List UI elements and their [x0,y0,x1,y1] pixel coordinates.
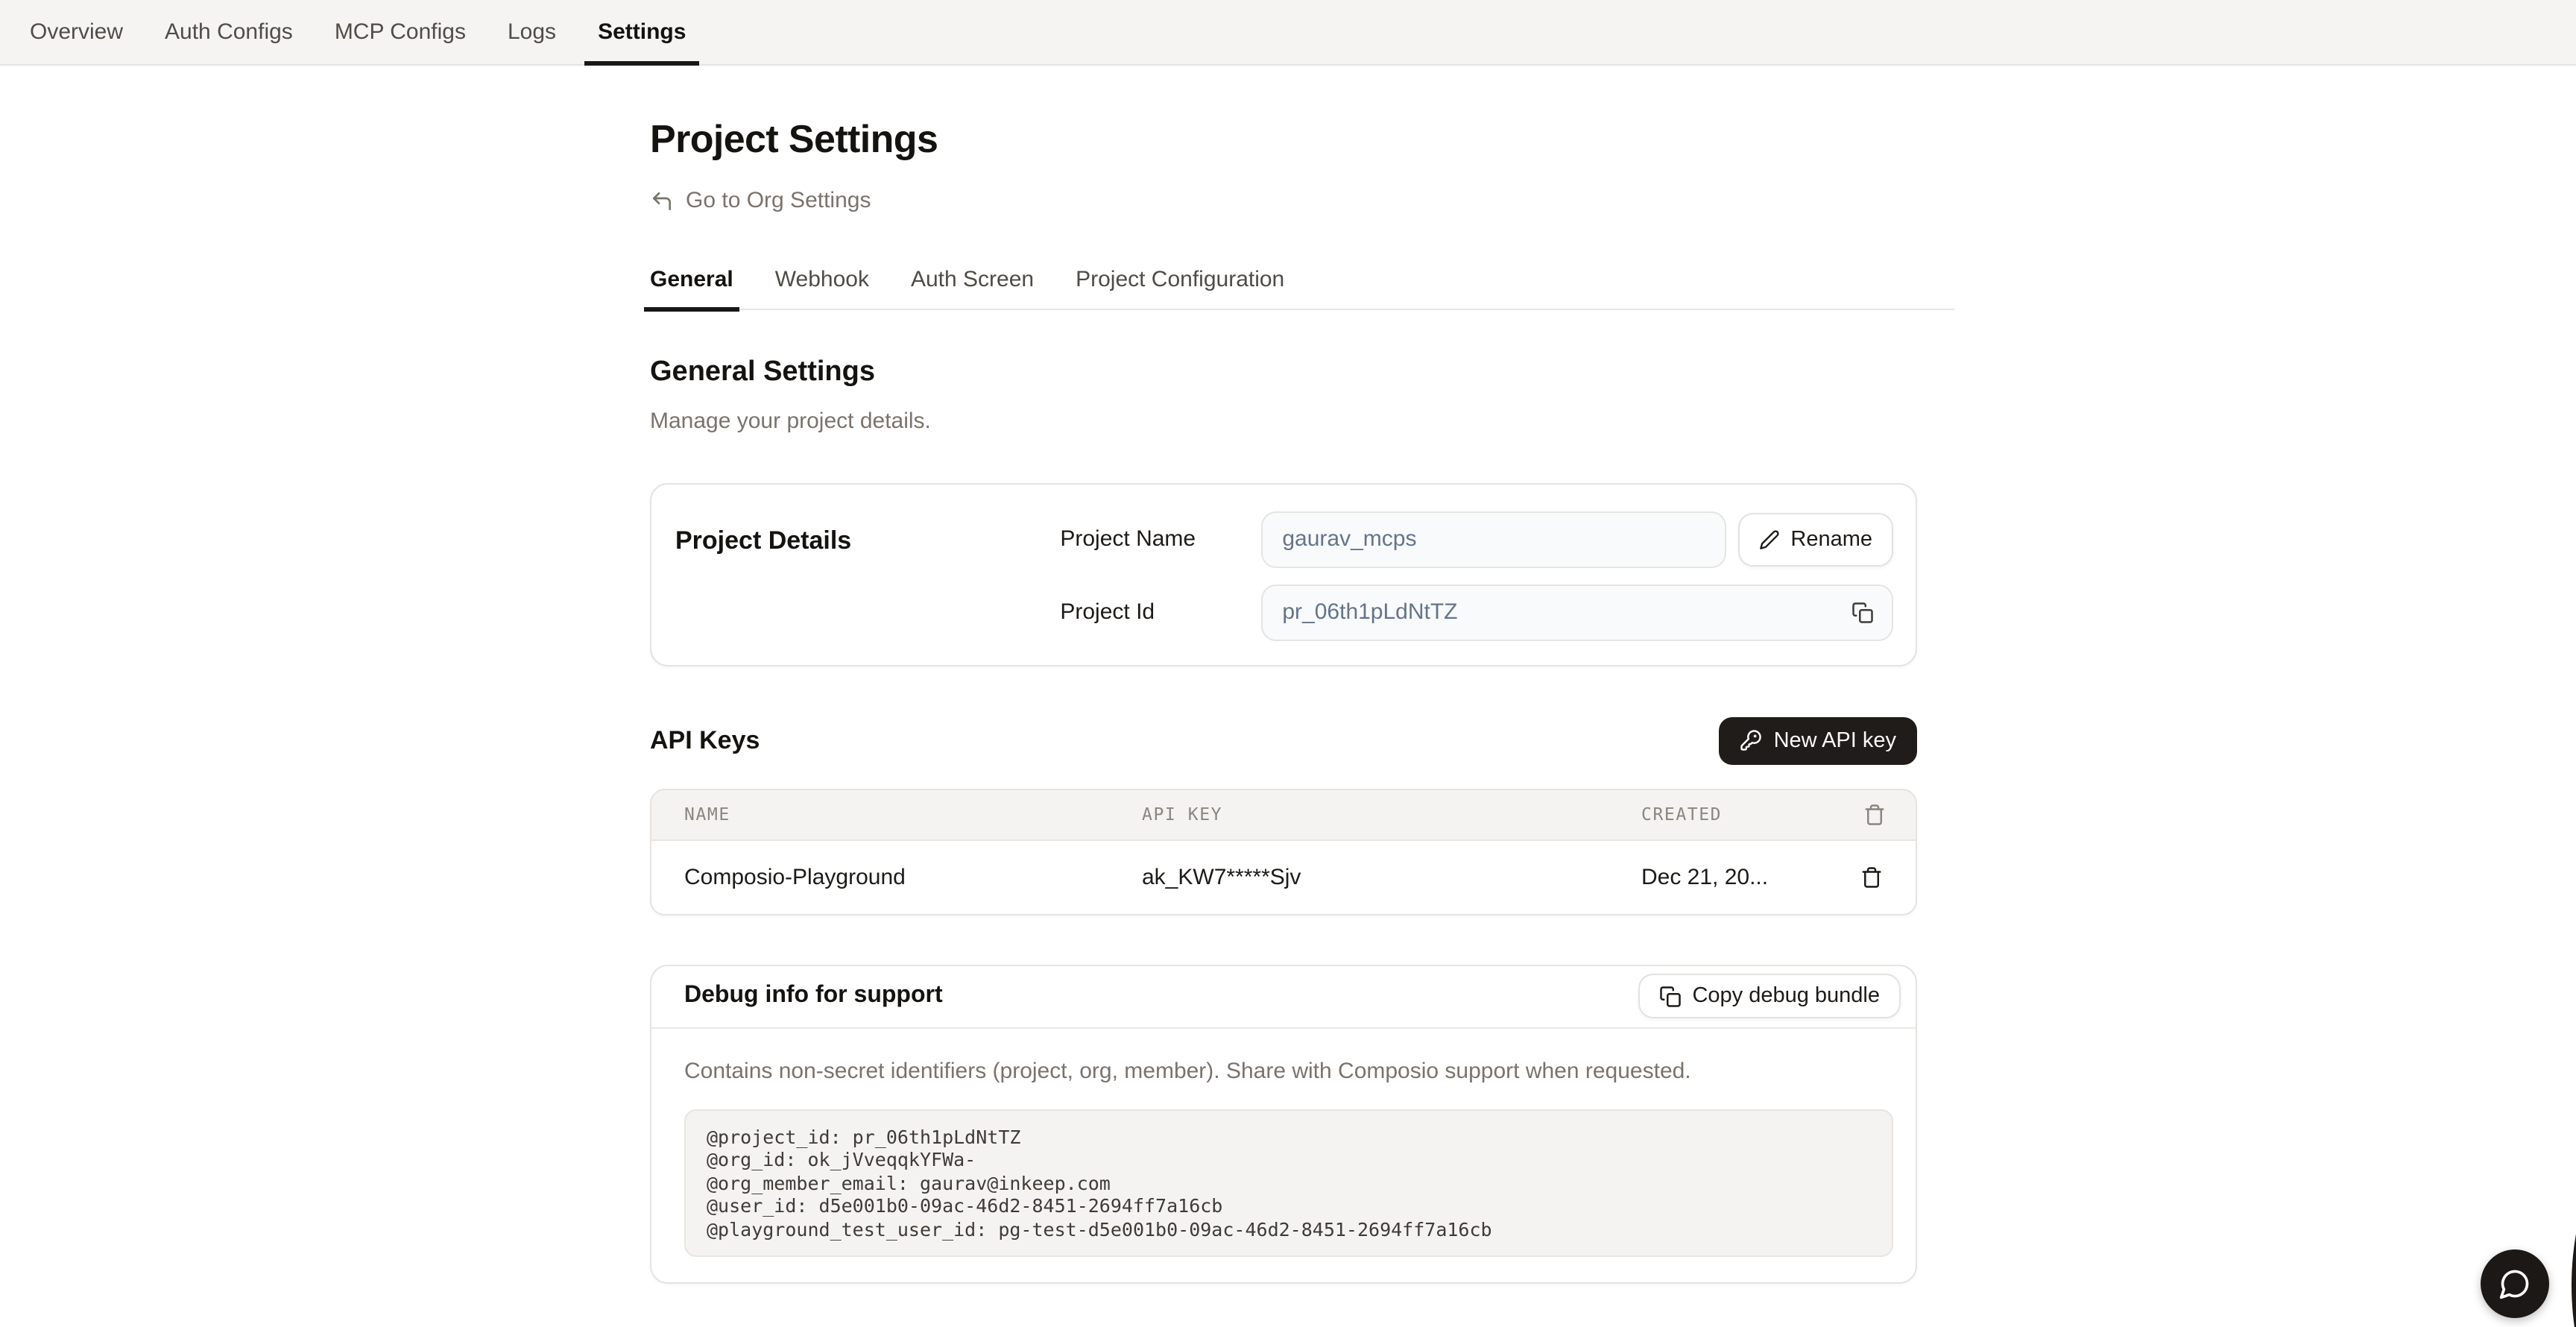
nav-item-overview[interactable]: Overview [30,0,123,64]
corner-up-left-icon [650,189,674,212]
trash-icon [1863,803,1886,825]
debug-info-card: Debug info for support Copy debug bundle… [650,964,1917,1285]
delete-api-key-button[interactable] [1857,863,1886,891]
table-row: Composio-Playground ak_KW7*****Sjv Dec 2… [651,840,1916,913]
tab-project-configuration[interactable]: Project Configuration [1070,266,1290,311]
go-to-org-settings-link[interactable]: Go to Org Settings [650,188,871,213]
rename-label: Rename [1790,527,1872,551]
copy-icon [1852,601,1874,623]
general-settings-description: Manage your project details. [650,408,1917,433]
project-id-label: Project Id [1060,599,1261,625]
copy-icon [1659,985,1682,1007]
code-line: @project_id: pr_06th1pLdNtTZ [707,1125,1871,1148]
project-name-input[interactable] [1261,511,1726,567]
code-line: @playground_test_user_id: pg-test-d5e001… [707,1218,1871,1241]
pencil-icon [1759,529,1780,549]
page-title: Project Settings [650,116,1954,163]
trash-icon [1860,866,1883,888]
message-bubble-icon [2498,1267,2531,1300]
project-id-input[interactable] [1261,584,1893,640]
column-header-created: CREATED [1641,804,1837,825]
rename-button[interactable]: Rename [1738,512,1893,566]
api-keys-heading: API Keys [650,725,760,755]
code-line: @org_member_email: gaurav@inkeep.com [707,1171,1871,1194]
key-icon [1740,729,1762,751]
go-to-org-settings-label: Go to Org Settings [686,188,871,213]
chat-widget-button[interactable] [2481,1249,2549,1318]
new-api-key-label: New API key [1774,728,1896,752]
settings-tabs: General Webhook Auth Screen Project Conf… [650,266,1954,309]
api-keys-table-header: NAME API KEY CREATED [651,789,1916,840]
nav-item-mcp-configs[interactable]: MCP Configs [335,0,466,64]
project-name-row: Project Name Rename [1060,511,1893,567]
api-keys-header: API Keys New API key [650,716,1917,764]
copy-project-id-button[interactable] [1849,598,1877,626]
project-name-label: Project Name [1060,526,1261,552]
code-line: @org_id: ok_jVveqqkYFWa- [707,1148,1871,1171]
copy-debug-bundle-button[interactable]: Copy debug bundle [1638,974,1901,1018]
project-details-card: Project Details Project Name Rename [650,482,1917,666]
debug-info-title: Debug info for support [684,983,943,1009]
code-line: @user_id: d5e001b0-09ac-46d2-8451-2694ff… [707,1195,1871,1218]
project-details-title: Project Details [675,526,1060,555]
column-header-api-key: API KEY [1142,804,1641,825]
new-api-key-button[interactable]: New API key [1719,716,1917,764]
api-key-name-cell: Composio-Playground [651,864,1142,889]
general-settings-section: General Settings Manage your project det… [650,356,1917,1327]
api-keys-table: NAME API KEY CREATED Composio-Playground… [650,788,1917,915]
debug-code-block: @project_id: pr_06th1pLdNtTZ@org_id: ok_… [684,1109,1893,1258]
general-settings-heading: General Settings [650,356,1917,388]
nav-item-settings[interactable]: Settings [598,0,686,64]
tab-general[interactable]: General [644,266,739,311]
copy-debug-bundle-label: Copy debug bundle [1692,984,1880,1008]
project-settings-page: Overview Auth Configs MCP Configs Logs S… [0,0,2576,1327]
edge-widget-sliver [2572,987,2576,1327]
tab-auth-screen[interactable]: Auth Screen [905,266,1040,311]
nav-item-auth-configs[interactable]: Auth Configs [165,0,293,64]
debug-info-description: Contains non-secret identifiers (project… [684,1058,1893,1083]
api-key-created-cell: Dec 21, 20... [1641,864,1837,889]
top-nav: Overview Auth Configs MCP Configs Logs S… [0,0,2576,66]
column-header-delete [1863,803,1886,825]
content-column: Project Settings Go to Org Settings Gene… [650,116,1954,1327]
project-id-row: Project Id [1060,584,1893,640]
api-key-value-cell: ak_KW7*****Sjv [1142,864,1641,889]
tab-webhook[interactable]: Webhook [769,266,875,311]
column-header-name: NAME [651,804,1142,825]
nav-item-logs[interactable]: Logs [508,0,556,64]
